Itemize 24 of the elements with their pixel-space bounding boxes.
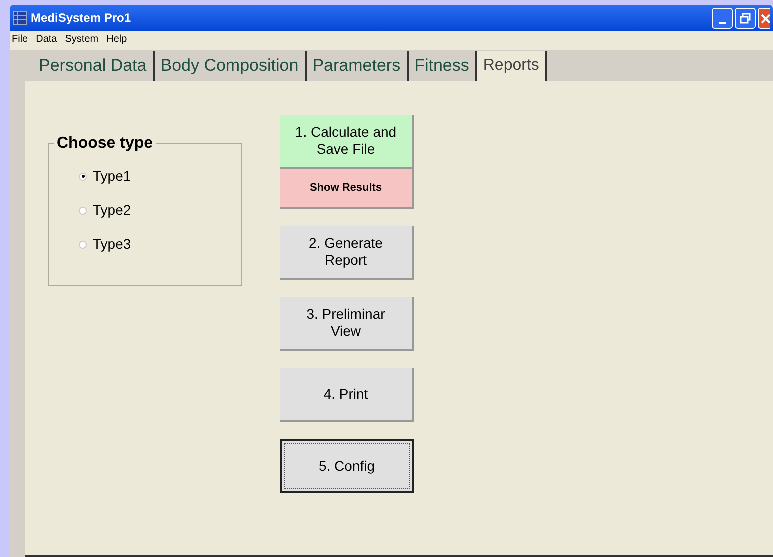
window-title: MediSystem Pro1: [31, 10, 132, 27]
menu-item[interactable]: Help: [106, 32, 128, 47]
radio-label: Type3: [93, 235, 132, 254]
radio-button[interactable]: [79, 172, 87, 180]
restore-icon: [740, 12, 751, 24]
minimize-button[interactable]: [712, 8, 733, 28]
action-button[interactable]: 2. Generate Report: [280, 226, 414, 280]
action-button[interactable]: 1. Calculate and Save File: [280, 115, 414, 169]
menu-item[interactable]: File: [12, 32, 28, 47]
close-icon: [760, 12, 770, 24]
tab[interactable]: Reports: [477, 51, 548, 81]
action-button[interactable]: 5. Config: [280, 439, 414, 493]
action-button[interactable]: 4. Print: [280, 368, 414, 422]
radio-label: Type2: [93, 201, 132, 220]
radio-button[interactable]: [79, 206, 87, 214]
radio-button[interactable]: [79, 240, 87, 248]
action-button[interactable]: 3. Preliminar View: [280, 297, 414, 351]
menu-item[interactable]: Data: [36, 32, 58, 47]
restore-button[interactable]: [735, 8, 756, 28]
table-icon: [13, 11, 27, 25]
radio-label: Type1: [93, 167, 132, 186]
menu-item[interactable]: System: [65, 32, 99, 47]
close-button[interactable]: [758, 8, 770, 28]
show-results-button[interactable]: Show Results: [280, 169, 414, 209]
